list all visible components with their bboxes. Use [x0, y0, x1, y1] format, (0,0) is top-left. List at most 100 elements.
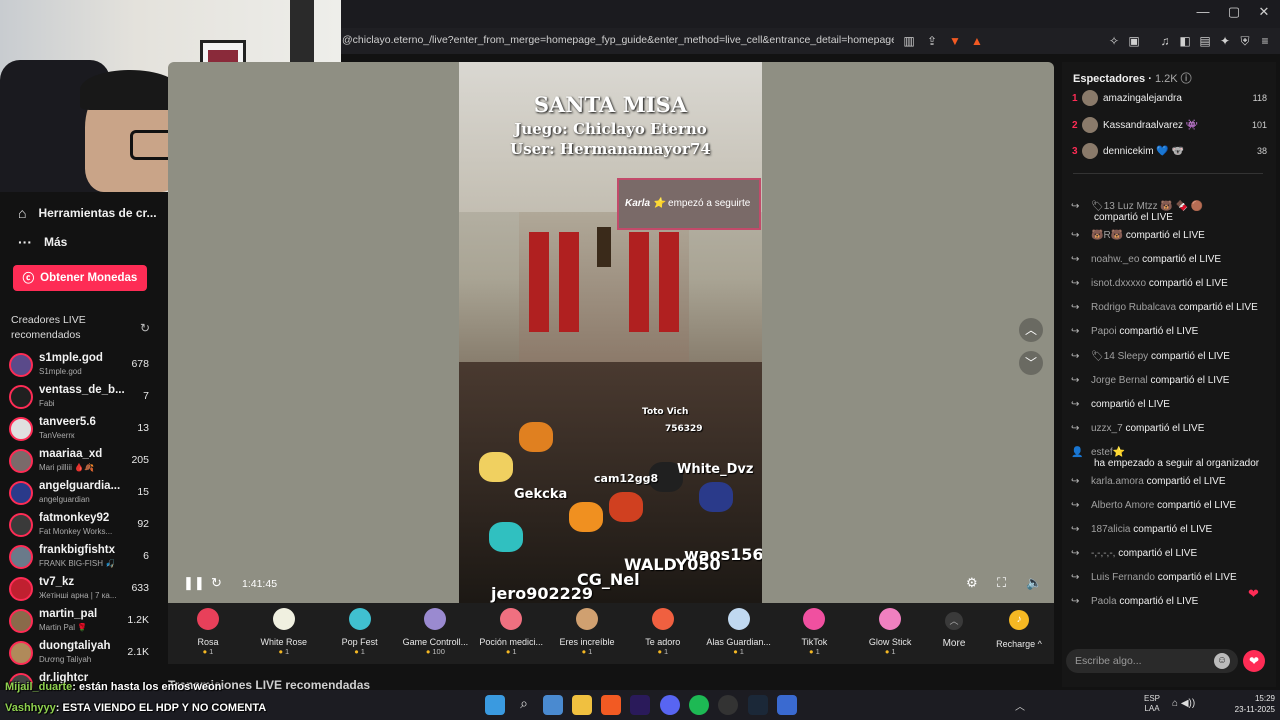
- extensions-icon[interactable]: ✧: [1106, 33, 1122, 49]
- event-user[interactable]: 🐻R🐻: [1091, 230, 1123, 241]
- more-gifts-button[interactable]: ︿ More: [939, 612, 969, 649]
- language-indicator[interactable]: ESP LAA: [1144, 694, 1160, 714]
- fullscreen-icon[interactable]: ⛶: [997, 575, 1006, 591]
- ai-icon[interactable]: ✦: [1217, 33, 1233, 49]
- chat-input[interactable]: Escribe algo... ☺: [1066, 649, 1238, 673]
- top-viewer-row[interactable]: 2 Kassandraalvarez 👾 101: [1072, 116, 1267, 137]
- close-icon[interactable]: ✕: [1249, 4, 1279, 20]
- screenshot-icon[interactable]: ▣: [1126, 33, 1142, 49]
- menu-icon[interactable]: ≡: [1257, 33, 1273, 49]
- event-user[interactable]: isnot.dxxxxo: [1091, 278, 1146, 289]
- sidebar-item-creator-tools[interactable]: ⌂ Herramientas de cr...: [18, 205, 157, 221]
- obs-icon[interactable]: [718, 695, 738, 715]
- gift-item[interactable]: Poción medici... 1: [476, 606, 546, 662]
- stream-game: Juego: Chiclayo Eterno: [514, 120, 707, 138]
- creator-item[interactable]: martin_pal Martin Pal 🌹 1.2K: [8, 606, 160, 638]
- gift-item[interactable]: Te adoro 1: [628, 606, 698, 662]
- creator-nickname: angelguardian: [39, 495, 90, 504]
- tray-chevron-icon[interactable]: ︿: [1015, 698, 1025, 713]
- share-icon: ↪: [1071, 350, 1080, 362]
- creator-item[interactable]: maariaa_xd Mari pilliii 🩸🍂 205: [8, 446, 160, 478]
- creator-item[interactable]: fatmonkey92 Fat Monkey Works... 92: [8, 510, 160, 542]
- maximize-icon[interactable]: ▢: [1219, 4, 1249, 20]
- gift-item[interactable]: Game Controll... 100: [400, 606, 470, 662]
- recharge-button[interactable]: ♪ Recharge ^: [994, 610, 1044, 649]
- chat-event: ↪ isnot.dxxxxo compartió el LIVE: [1071, 277, 1271, 291]
- share-icon[interactable]: ⇪: [924, 33, 940, 49]
- gift-item[interactable]: White Rose 1: [249, 606, 319, 662]
- creator-nickname: FRANK BIG-FISH 🎣: [39, 559, 116, 568]
- start-icon[interactable]: [485, 695, 505, 715]
- event-user[interactable]: estef⭐: [1091, 447, 1125, 458]
- next-live-button[interactable]: ﹀: [1019, 351, 1043, 375]
- live-video[interactable]: SANTA MISA Juego: Chiclayo Eterno User: …: [459, 62, 762, 603]
- app-icon[interactable]: [777, 695, 797, 715]
- premiere-icon[interactable]: [630, 695, 650, 715]
- creator-item[interactable]: s1mple.god S1mple.god 678: [8, 350, 160, 382]
- event-user[interactable]: Rodrigo Rubalcava: [1091, 302, 1176, 313]
- event-user[interactable]: karla.amora: [1091, 476, 1144, 487]
- player-tag: 756329: [665, 424, 703, 434]
- gift-name: Rosa: [197, 637, 219, 647]
- event-user[interactable]: Jorge Bernal: [1091, 375, 1148, 386]
- creator-item[interactable]: tv7_kz Жетінші арна | 7 ка... 633: [8, 574, 160, 606]
- event-user[interactable]: uzzx_7: [1091, 423, 1123, 434]
- brave-browser-icon[interactable]: [601, 695, 621, 715]
- gift-item[interactable]: TikTok 1: [779, 606, 849, 662]
- event-user[interactable]: 🏷14 Sleepy: [1091, 351, 1148, 362]
- pause-icon[interactable]: ❚❚: [183, 575, 205, 591]
- url-field[interactable]: @chiclayo.eterno_/live?enter_from_merge=…: [342, 34, 894, 46]
- steam-icon[interactable]: [748, 695, 768, 715]
- get-coins-button[interactable]: ⓒ Obtener Monedas: [13, 265, 147, 291]
- clock[interactable]: 15:29 23-11-2025: [1225, 693, 1275, 715]
- music-icon[interactable]: ♫: [1157, 33, 1173, 49]
- refresh-icon[interactable]: ↻: [140, 321, 150, 335]
- search-icon[interactable]: ⌕: [514, 695, 534, 715]
- event-user[interactable]: noahw._eo: [1091, 254, 1139, 265]
- like-button[interactable]: ❤: [1243, 650, 1265, 672]
- previous-live-button[interactable]: ︿: [1019, 318, 1043, 342]
- share-icon: ↪: [1071, 548, 1080, 560]
- file-explorer-icon[interactable]: [572, 695, 592, 715]
- minimize-icon[interactable]: —: [1188, 4, 1218, 19]
- settings-icon[interactable]: ⚙: [966, 575, 978, 591]
- event-user[interactable]: Paola: [1091, 596, 1117, 607]
- event-text: compartió el LIVE: [1091, 398, 1170, 410]
- discord-icon[interactable]: [660, 695, 680, 715]
- gift-item[interactable]: Glow Stick 1: [855, 606, 925, 662]
- viewer-rank: 1: [1072, 93, 1078, 104]
- gift-item[interactable]: Eres increíble 1: [552, 606, 622, 662]
- wallet-icon[interactable]: ▤: [1197, 33, 1213, 49]
- network-icon[interactable]: ⌂ ◀)): [1172, 698, 1195, 709]
- gift-item[interactable]: Alas Guardian... 1: [704, 606, 774, 662]
- creator-item[interactable]: ventass_de_b... Fabi 7: [8, 382, 160, 414]
- sidebar-item-more[interactable]: ··· Más: [18, 234, 67, 250]
- reader-mode-icon[interactable]: ▥: [901, 33, 917, 49]
- event-text: compartió el LIVE: [1178, 302, 1258, 314]
- event-user[interactable]: -,-,-,-,: [1091, 548, 1115, 559]
- creator-item[interactable]: duongtaliyah Dương Taliyah 2.1K: [8, 638, 160, 670]
- top-viewer-row[interactable]: 1 amazingalejandra 118: [1072, 90, 1267, 110]
- gift-item[interactable]: Pop Fest 1: [325, 606, 395, 662]
- refresh-stream-icon[interactable]: ↻: [211, 575, 222, 591]
- event-user[interactable]: Alberto Amore: [1091, 500, 1154, 511]
- gift-item[interactable]: Rosa 1: [173, 606, 243, 662]
- emoji-icon[interactable]: ☺: [1214, 653, 1230, 669]
- top-viewer-row[interactable]: 3 dennicekim 💙 🐨 38: [1072, 143, 1267, 163]
- brave-rewards-icon[interactable]: ▲: [969, 33, 985, 49]
- viewer-name: Kassandraalvarez 👾: [1103, 119, 1199, 131]
- event-user[interactable]: 🏷13 Luz Mtzz 🐻 🍫 🟤: [1091, 201, 1203, 212]
- volume-icon[interactable]: 🔈: [1026, 575, 1042, 591]
- event-text: compartió el LIVE: [1157, 500, 1237, 511]
- event-user[interactable]: 187alicia: [1091, 524, 1130, 535]
- creator-item[interactable]: tanveer5.6 TanVeerrк 13: [8, 414, 160, 446]
- event-user[interactable]: Luis Fernando: [1091, 572, 1155, 583]
- sidebar-icon[interactable]: ◧: [1177, 33, 1193, 49]
- vpn-icon[interactable]: ⛨: [1237, 33, 1253, 49]
- creator-item[interactable]: angelguardia... angelguardian 15: [8, 478, 160, 510]
- creator-item[interactable]: frankbigfishtx FRANK BIG-FISH 🎣 6: [8, 542, 160, 574]
- spotify-icon[interactable]: [689, 695, 709, 715]
- brave-shields-icon[interactable]: ▼: [947, 33, 963, 49]
- event-user[interactable]: Papoi: [1091, 326, 1117, 337]
- gallery-icon[interactable]: [543, 695, 563, 715]
